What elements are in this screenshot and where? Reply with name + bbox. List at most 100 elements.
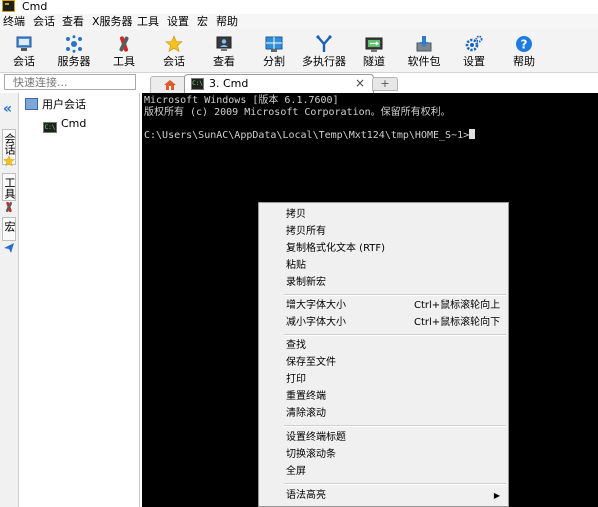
menu-settings[interactable]: 设置 — [167, 14, 189, 30]
tree-user-sessions-label: 用户会话 — [42, 98, 86, 111]
menu-item-copy[interactable]: 拷贝 — [259, 206, 508, 223]
session-tree: 用户会话 C:\ Cmd — [19, 93, 140, 507]
home-icon — [164, 80, 176, 90]
menu-view[interactable]: 查看 — [62, 14, 84, 30]
menu-help[interactable]: 帮助 — [216, 14, 238, 30]
view-button[interactable]: 查看 — [196, 33, 252, 69]
menu-item-label: 清除滚动 — [286, 408, 326, 419]
sidebar-tab-tools-label: 工具 — [3, 177, 16, 199]
menu-item-fullscreen[interactable]: 全屏 — [259, 463, 508, 480]
gear-icon — [465, 35, 483, 53]
view-button-label: 查看 — [213, 55, 235, 68]
menu-item-record-macro[interactable]: 录制新宏 — [259, 274, 508, 291]
terminal-prompt: C:\Users\SunAC\AppData\Local\Temp\Mxt124… — [144, 130, 470, 141]
session-button-label: 会话 — [13, 55, 35, 68]
sidebar-tab-macros-label: 宏 — [3, 221, 16, 232]
menu-tools[interactable]: 工具 — [137, 14, 159, 30]
tunnel-button-label: 隧道 — [363, 55, 385, 68]
menu-item-label: 切换滚动条 — [286, 449, 336, 460]
split-button[interactable]: 分割 — [246, 33, 302, 69]
menu-item-find[interactable]: 查找 — [259, 337, 508, 354]
tab-bar: C:\ 3. Cmd × + — [140, 74, 598, 93]
sessions-star-button[interactable]: 会话 — [146, 33, 202, 69]
menu-terminal[interactable]: 终端 — [3, 14, 25, 30]
quick-connect-box — [4, 74, 136, 90]
terminal-cursor — [469, 129, 476, 139]
split-icon — [265, 35, 283, 53]
tools-button-label: 工具 — [113, 55, 135, 68]
terminal-line: 版权所有 (c) 2009 Microsoft Corporation。保留所有… — [144, 107, 451, 118]
menu-item-label: 复制格式化文本 (RTF) — [286, 243, 386, 254]
star-icon — [3, 155, 15, 170]
tree-session-cmd[interactable]: C:\ Cmd — [43, 117, 86, 133]
menu-item-shortcut: Ctrl+鼠标滚轮向下 — [414, 317, 501, 328]
title-bar: Cmd — [0, 0, 598, 14]
menu-item-increase-font[interactable]: 增大字体大小 Ctrl+鼠标滚轮向上 — [259, 297, 508, 314]
menu-item-label: 设置终端标题 — [286, 432, 346, 443]
tree-session-cmd-label: Cmd — [61, 117, 87, 130]
settings-button-label: 设置 — [463, 55, 485, 68]
servers-button[interactable]: 服务器 — [46, 33, 102, 69]
menu-item-label: 拷贝所有 — [286, 226, 326, 237]
menu-separator — [284, 334, 506, 336]
view-icon — [215, 35, 233, 53]
toolbar: 会话 服务器 工具 会话 查看 分割 多执行器 隧道 软件包 设置 ? 帮助 — [0, 30, 598, 73]
new-tab-button[interactable]: + — [372, 77, 398, 91]
menu-separator — [284, 425, 506, 427]
menu-item-label: 粘贴 — [286, 260, 306, 271]
servers-button-label: 服务器 — [57, 55, 91, 68]
tunnel-icon — [365, 35, 383, 53]
sessions-star-button-label: 会话 — [163, 55, 185, 68]
add-tab-icon: + — [380, 77, 390, 90]
quick-connect-input[interactable] — [5, 75, 135, 89]
terminal-icon: C:\ — [43, 122, 57, 133]
menu-item-label: 语法高亮 — [286, 490, 326, 501]
close-tab-icon[interactable]: × — [355, 76, 365, 90]
menu-xserver[interactable]: X服务器 — [92, 14, 133, 30]
menu-item-label: 查找 — [286, 340, 306, 351]
menu-item-clear-scrollback[interactable]: 清除滚动 — [259, 405, 508, 422]
app-terminal-icon — [2, 0, 15, 12]
submenu-arrow-icon: ▶ — [493, 491, 500, 500]
menu-item-save-to-file[interactable]: 保存至文件 — [259, 354, 508, 371]
terminal-prompt-line: C:\Users\SunAC\AppData\Local\Temp\Mxt124… — [144, 129, 476, 142]
menu-sessions[interactable]: 会话 — [33, 14, 55, 30]
menu-item-label: 全屏 — [286, 466, 306, 477]
settings-button[interactable]: 设置 — [446, 33, 502, 69]
menu-item-copy-all[interactable]: 拷贝所有 — [259, 223, 508, 240]
packages-button-label: 软件包 — [407, 55, 441, 68]
menu-item-label: 增大字体大小 — [286, 300, 346, 311]
menu-item-reset-terminal[interactable]: 重置终端 — [259, 388, 508, 405]
menu-item-shortcut: Ctrl+鼠标滚轮向上 — [414, 300, 501, 311]
menu-item-syntax-highlight[interactable]: 语法高亮 ▶ — [259, 487, 508, 504]
menu-bar: 终端 会话 查看 X服务器 工具 设置 宏 帮助 — [0, 14, 598, 30]
menu-item-set-title[interactable]: 设置终端标题 — [259, 429, 508, 446]
menu-item-print[interactable]: 打印 — [259, 371, 508, 388]
menu-item-decrease-font[interactable]: 减小字体大小 Ctrl+鼠标滚轮向下 — [259, 314, 508, 331]
menu-separator — [284, 294, 506, 296]
multiexec-button[interactable]: 多执行器 — [296, 33, 352, 69]
sidebar-tab-macros[interactable]: 宏 — [2, 217, 16, 241]
tree-user-sessions[interactable]: 用户会话 — [25, 98, 86, 112]
multiexec-button-label: 多执行器 — [302, 55, 346, 68]
context-menu: 拷贝 拷贝所有 复制格式化文本 (RTF) 粘贴 录制新宏 增大字体大小 Ctrl… — [258, 202, 509, 507]
star-icon — [165, 35, 183, 53]
tab-cmd[interactable]: C:\ 3. Cmd × — [184, 74, 374, 93]
tunnel-button[interactable]: 隧道 — [346, 33, 402, 69]
menu-item-paste[interactable]: 粘贴 — [259, 257, 508, 274]
menu-item-label: 减小字体大小 — [286, 317, 346, 328]
tools-icon — [3, 201, 15, 216]
help-button[interactable]: ? 帮助 — [496, 33, 552, 69]
session-button[interactable]: 会话 — [0, 33, 52, 69]
sidebar-tab-tools[interactable]: 工具 — [2, 173, 16, 201]
split-button-label: 分割 — [263, 55, 285, 68]
collapse-sidebar-icon[interactable]: « — [3, 102, 12, 116]
menu-item-copy-rtf[interactable]: 复制格式化文本 (RTF) — [259, 240, 508, 257]
packages-button[interactable]: 软件包 — [396, 33, 452, 69]
window-title: Cmd — [22, 0, 48, 13]
menu-macros[interactable]: 宏 — [197, 14, 208, 30]
tools-button[interactable]: 工具 — [96, 33, 152, 69]
multiexec-icon — [315, 35, 333, 53]
menu-item-toggle-scrollbar[interactable]: 切换滚动条 — [259, 446, 508, 463]
tab-cmd-label: 3. Cmd — [209, 77, 249, 90]
